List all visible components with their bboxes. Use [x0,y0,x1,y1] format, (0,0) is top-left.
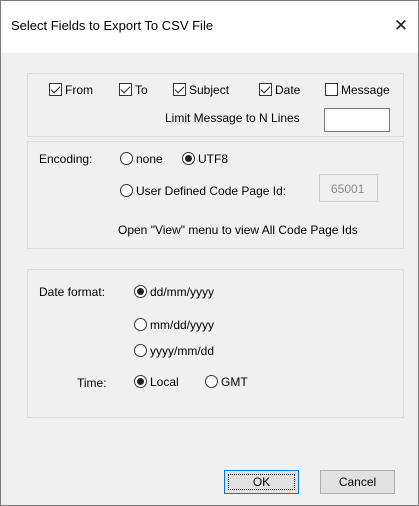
field-date-checkbox[interactable]: Date [259,82,300,97]
limit-lines-label: Limit Message to N Lines [165,111,300,125]
date-format-yyyymmdd-radio[interactable]: yyyy/mm/dd [134,343,214,358]
date-format-ddmmyyyy-label: dd/mm/yyyy [150,284,215,299]
time-gmt-label: GMT [221,374,248,389]
dialog-title: Select Fields to Export To CSV File [11,18,214,33]
encoding-none-radio[interactable]: none [120,151,163,166]
field-message-checkbox[interactable]: Message [325,82,390,97]
fields-group: From To Subject Date Message Limit Messa… [27,73,404,137]
date-format-ddmmyyyy-radio[interactable]: dd/mm/yyyy [134,284,214,299]
date-format-mmddyyyy-radio[interactable]: mm/dd/yyyy [134,317,214,332]
local-radio-button[interactable] [134,375,147,389]
code-page-hint: Open "View" menu to view All Code Page I… [118,223,358,237]
close-button[interactable]: ✕ [386,11,416,41]
date-format-mmddyyyy-label: mm/dd/yyyy [150,317,215,332]
cancel-button[interactable]: Cancel [320,470,395,494]
date-format-label: Date format: [39,285,106,299]
close-icon: ✕ [393,16,409,35]
date-check-box[interactable] [259,83,272,97]
yyyymmdd-radio-button[interactable] [134,344,147,358]
field-subject-label: Subject [189,82,230,97]
time-label: Time: [77,376,107,390]
field-to-checkbox[interactable]: To [119,82,148,97]
cancel-button-label: Cancel [338,475,377,489]
ok-button[interactable]: OK [224,470,299,494]
message-check-box[interactable] [325,83,338,97]
to-check-box[interactable] [119,83,132,97]
field-to-label: To [135,82,148,97]
subject-check-box[interactable] [173,83,186,97]
encoding-user-defined-radio[interactable]: User Defined Code Page Id: [120,183,286,198]
from-check-box[interactable] [49,83,62,97]
utf8-radio-button[interactable] [182,152,195,166]
field-from-checkbox[interactable]: From [49,82,93,97]
code-page-input[interactable]: 65001 [319,174,378,202]
mmddyyyy-radio-button[interactable] [134,318,147,332]
date-format-yyyymmdd-label: yyyy/mm/dd [150,343,215,358]
encoding-user-defined-label: User Defined Code Page Id: [136,183,287,198]
gmt-radio-button[interactable] [205,375,218,389]
field-from-label: From [65,82,93,97]
title-bar[interactable]: Select Fields to Export To CSV File ✕ [1,1,418,53]
focus-rectangle [228,474,295,490]
encoding-utf8-radio[interactable]: UTF8 [182,151,228,166]
encoding-none-label: none [136,151,163,166]
none-radio-button[interactable] [120,152,133,166]
time-local-radio[interactable]: Local [134,374,179,389]
field-subject-checkbox[interactable]: Subject [173,82,229,97]
time-gmt-radio[interactable]: GMT [205,374,248,389]
limit-lines-input[interactable] [324,108,390,132]
ddmmyyyy-radio-button[interactable] [134,285,147,299]
field-message-label: Message [341,82,390,97]
encoding-group: Encoding: none UTF8 User Defined Code Pa… [27,141,404,249]
user-defined-radio-button[interactable] [120,184,133,198]
field-date-label: Date [275,82,301,97]
date-time-group: Date format: dd/mm/yyyy mm/dd/yyyy yyyy/… [27,269,404,418]
time-local-label: Local [150,374,179,389]
export-csv-dialog: Select Fields to Export To CSV File ✕ Fr… [0,0,419,506]
encoding-utf8-label: UTF8 [198,151,228,166]
encoding-label: Encoding: [39,152,93,166]
